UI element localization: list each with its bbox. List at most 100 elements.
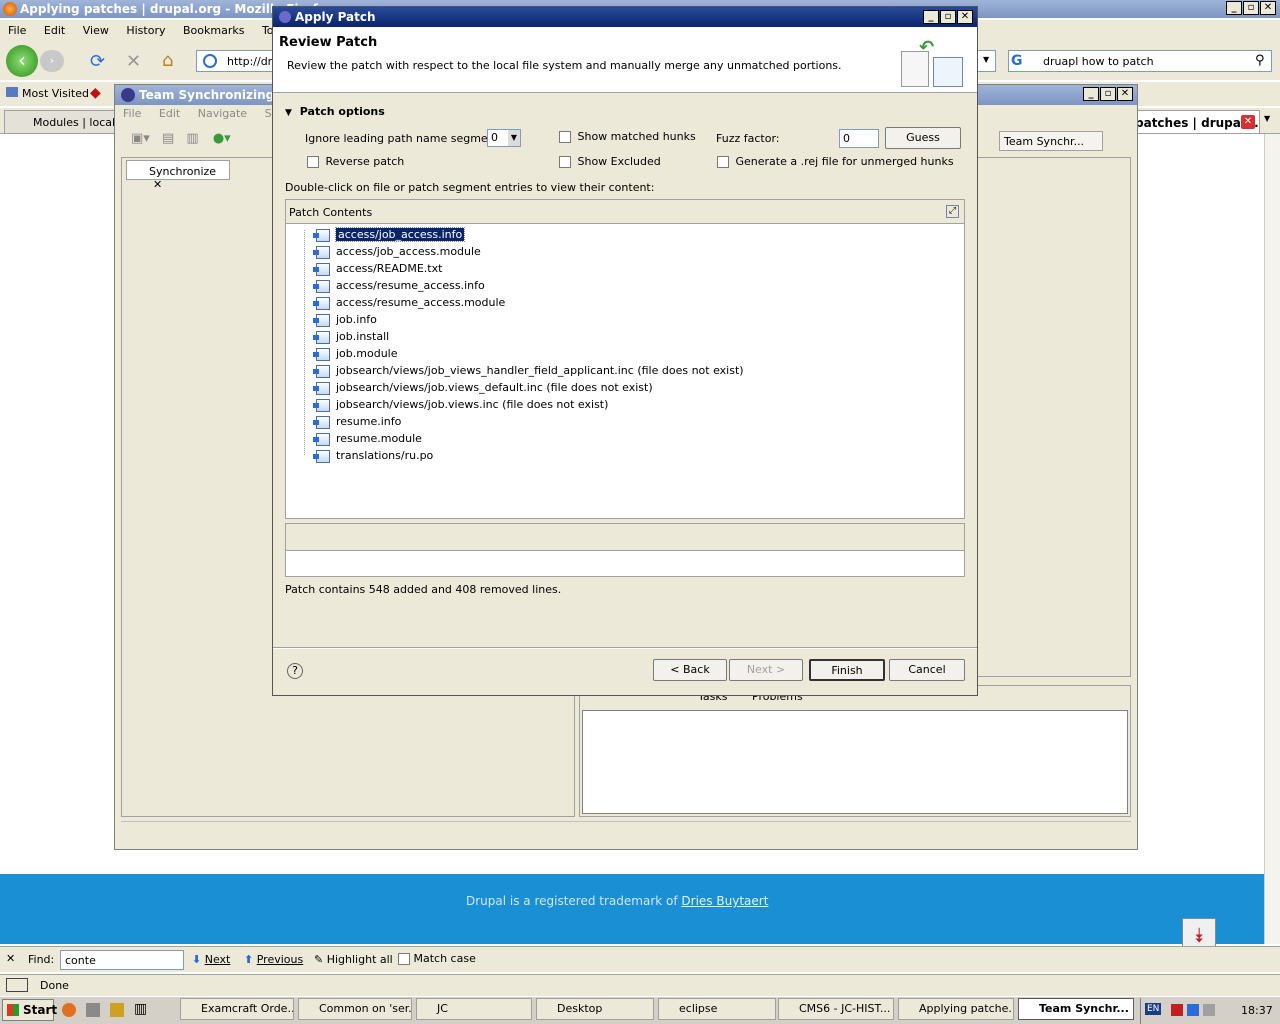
tray-icon-3[interactable] [1203, 1004, 1215, 1016]
tree-item-7[interactable]: job.module [313, 345, 398, 362]
tree-item-8[interactable]: jobsearch/views/job_views_handler_field_… [313, 362, 744, 379]
synchronize-tab[interactable]: Synchronize ✕ [126, 160, 230, 191]
taskbar-item-team-synchronizing[interactable]: Team Synchr... [1018, 998, 1134, 1020]
footer-link[interactable]: Dries Buytaert [681, 894, 768, 908]
language-indicator[interactable]: EN [1145, 1003, 1162, 1015]
tree-item-13[interactable]: translations/ru.po [313, 447, 434, 464]
eclipse-close-button[interactable]: ✕ [1117, 87, 1133, 101]
minimize-button[interactable]: _ [1226, 1, 1242, 15]
search-field[interactable]: G druapl how to patch ⚲ [1008, 50, 1272, 72]
help-icon[interactable]: ? [287, 663, 303, 679]
save-icon[interactable]: ▤ [162, 131, 174, 146]
guess-button[interactable]: Guess [885, 127, 961, 149]
tab-modules[interactable]: Modules | localho [4, 110, 116, 134]
forward-icon[interactable]: › [40, 50, 64, 72]
tree-item-label: translations/ru.po [336, 449, 434, 462]
quicklaunch-app-icon[interactable] [110, 1003, 124, 1017]
tree-item-5[interactable]: job.info [313, 311, 377, 328]
tab-list-icon[interactable]: ▼ [1264, 114, 1270, 123]
bookmark-drupal[interactable]: ◆ [90, 85, 101, 101]
back-icon[interactable]: ‹ [6, 45, 38, 77]
start-button[interactable]: Start [2, 999, 57, 1021]
tray-icon-1[interactable] [1171, 1004, 1183, 1016]
file-icon [313, 245, 330, 259]
stop-icon[interactable]: ✕ [126, 51, 141, 72]
taskbar-item-desktop[interactable]: Desktop [536, 998, 654, 1020]
collapse-arrow-icon: ▼ [285, 108, 292, 118]
eclipse-maximize-button[interactable]: ▫ [1100, 87, 1116, 101]
menu-edit[interactable]: Edit [44, 24, 65, 37]
url-dropdown-icon[interactable]: ▼ [983, 55, 989, 64]
perspective-switcher[interactable]: Team Synchr... [999, 131, 1103, 151]
taskbar-item-cms6[interactable]: CMS6 - JC-HIST... [778, 998, 894, 1020]
taskbar-item-eclipse[interactable]: eclipse [658, 998, 776, 1020]
quicklaunch-barcode-icon[interactable]: ▥ [134, 1001, 147, 1017]
run-icon[interactable]: ●▾ [213, 131, 231, 146]
ignore-segments-spinner[interactable]: 0 ▼ [487, 129, 521, 147]
page-scrollbar[interactable] [1264, 134, 1280, 944]
google-icon[interactable]: G [1011, 53, 1023, 69]
highlight-all-button[interactable]: ✎ Highlight all [314, 953, 393, 966]
show-excluded-checkbox[interactable]: Show Excluded [559, 155, 661, 168]
tree-item-2[interactable]: access/README.txt [313, 260, 442, 277]
eclipse-menu-navigate[interactable]: Navigate [198, 107, 247, 120]
eclipse-menu-file[interactable]: File [123, 107, 141, 120]
taskbar-item-firefox[interactable]: Applying patche... [898, 998, 1014, 1020]
tree-item-6[interactable]: job.install [313, 328, 389, 345]
patch-options-toggle[interactable]: ▼ Patch options [285, 105, 385, 118]
home-icon[interactable]: ⌂ [162, 50, 173, 71]
match-case-checkbox[interactable]: Match case [398, 952, 476, 965]
find-previous-button[interactable]: ⬆ Previous [244, 953, 303, 966]
find-input[interactable]: conte [60, 950, 184, 970]
reverse-patch-checkbox[interactable]: Reverse patch [307, 155, 404, 168]
menu-view[interactable]: View [83, 24, 109, 37]
menu-bookmarks[interactable]: Bookmarks [183, 24, 244, 37]
tree-item-label: access/job_access.module [336, 245, 481, 258]
tree-item-12[interactable]: resume.module [313, 430, 422, 447]
close-button[interactable]: ✕ [1260, 1, 1276, 15]
tree-item-9[interactable]: jobsearch/views/job.views_default.inc (f… [313, 379, 653, 396]
quicklaunch-firefox-icon[interactable] [62, 1003, 76, 1017]
tree-item-4[interactable]: access/resume_access.module [313, 294, 505, 311]
taskbar-item-examcraft[interactable]: Examcraft Orde... [180, 998, 294, 1020]
menu-file[interactable]: File [8, 24, 26, 37]
fuzz-factor-input[interactable]: 0 [839, 129, 879, 148]
quicklaunch-network-icon[interactable] [86, 1003, 100, 1017]
taskbar-item-common[interactable]: Common on 'ser... [298, 998, 412, 1020]
close-tab-icon[interactable]: ✕ [1241, 115, 1255, 129]
reload-icon[interactable]: ⟳ [90, 51, 105, 72]
next-button[interactable]: Next > [729, 659, 803, 681]
tree-item-0[interactable]: access/job_access.info [313, 226, 466, 243]
show-matched-checkbox[interactable]: Show matched hunks [559, 130, 696, 143]
menu-history[interactable]: History [126, 24, 165, 37]
tree-item-3[interactable]: access/resume_access.info [313, 277, 485, 294]
dropdown-arrow-icon[interactable]: ▼ [508, 130, 520, 146]
system-tray: EN 18:37 [1140, 998, 1280, 1024]
tree-item-1[interactable]: access/job_access.module [313, 243, 481, 260]
find-next-button[interactable]: ⬇ Next [192, 953, 230, 966]
tree-item-label: job.module [336, 347, 398, 360]
maximize-panel-icon[interactable]: ⤢ [946, 205, 959, 218]
cancel-button[interactable]: Cancel [889, 659, 965, 681]
eclipse-statusbar [121, 821, 1131, 843]
tab-patches[interactable]: patches | drupal... ✕ [1130, 110, 1260, 134]
bookmark-most-visited[interactable]: Most Visited [6, 87, 89, 100]
taskbar-item-jc[interactable]: JC [416, 998, 532, 1020]
finish-button[interactable]: Finish [809, 659, 885, 681]
print-icon[interactable]: ▥ [186, 131, 198, 146]
search-icon[interactable]: ⚲ [1255, 53, 1265, 68]
close-find-icon[interactable]: ✕ [6, 952, 15, 965]
tray-icon-2[interactable] [1187, 1004, 1199, 1016]
dialog-minimize-button[interactable]: _ [923, 10, 939, 24]
eclipse-menu-edit[interactable]: Edit [159, 107, 180, 120]
generate-rej-checkbox[interactable]: Generate a .rej file for unmerged hunks [717, 155, 954, 168]
eclipse-minimize-button[interactable]: _ [1083, 87, 1099, 101]
tree-item-10[interactable]: jobsearch/views/job.views.inc (file does… [313, 396, 608, 413]
back-button[interactable]: < Back [653, 659, 727, 681]
close-view-icon[interactable]: ✕ [153, 178, 162, 191]
new-icon[interactable]: ▣▾ [131, 131, 150, 146]
tree-item-11[interactable]: resume.info [313, 413, 401, 430]
maximize-button[interactable]: ▫ [1243, 1, 1259, 15]
dialog-close-button[interactable]: ✕ [957, 10, 973, 24]
dialog-maximize-button[interactable]: ▫ [940, 10, 956, 24]
